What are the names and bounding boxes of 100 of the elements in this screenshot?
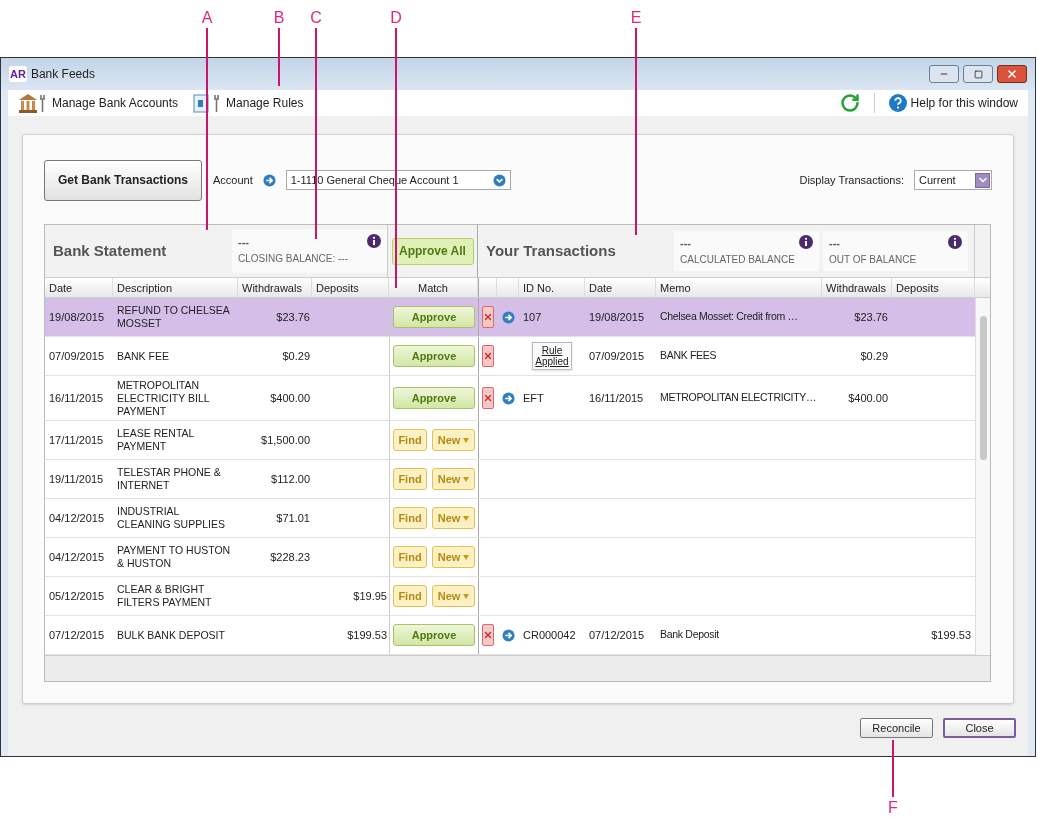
approve-all-button[interactable]: Approve All (391, 237, 474, 265)
chevron-down-icon (975, 172, 990, 188)
table-cell-text: 04/12/2015 (48, 510, 106, 526)
close-window-button[interactable]: Close (943, 718, 1016, 738)
approve-button[interactable]: Approve (393, 624, 475, 646)
close-x-icon (483, 351, 493, 361)
table-cell-text: INDUSTRIAL CLEANING SUPPLIES (116, 505, 226, 531)
table-cell-text: $71.01 (275, 510, 311, 526)
table-cell-text: BULK BANK DEPOSIT (116, 628, 226, 642)
refresh-icon[interactable] (839, 93, 860, 113)
scrollbar[interactable] (975, 298, 990, 655)
app-logo: AR (9, 65, 27, 83)
reject-button[interactable] (482, 306, 494, 328)
table-cell-text: Chelsea Mosset: Credit from … (659, 309, 799, 325)
caret-icon (463, 554, 470, 560)
display-label: Display Transactions: (799, 172, 904, 188)
table-cell-text: BANK FEES (659, 348, 718, 364)
table-cell-text: $0.29 (859, 348, 889, 364)
table-row[interactable]: 16/11/2015 METROPOLITAN ELECTRICITY BILL PAYMENT $400.00 Approve EFT 16/11/2015 METROPOLITAN ELECTRICITY… $400.00 (45, 376, 975, 421)
table-cell-text: METROPOLITAN ELECTRICITY… (659, 390, 818, 406)
caret-icon (463, 476, 470, 482)
reject-button[interactable] (482, 345, 494, 367)
section-title: Your Transactions (486, 240, 616, 261)
table-row[interactable]: 19/08/2015 REFUND TO CHELSEA MOSSET $23.76 Approve 107 19/08/2015 Chelsea Mosset: Credit from … $23.76 (45, 298, 975, 337)
table-cell-text: $0.29 (281, 348, 311, 364)
table-cell-text: TELESTAR PHONE & INTERNET (116, 466, 222, 492)
help-link[interactable]: Help for this window (888, 94, 1018, 112)
table-cell-text: 19/08/2015 (588, 309, 646, 325)
table-cell-text: 16/11/2015 (48, 390, 105, 406)
table-cell-text: 19/08/2015 (48, 309, 106, 325)
section-title: Bank Statement (53, 240, 167, 261)
callout-letter: E (630, 8, 642, 28)
close-icon (1006, 68, 1018, 80)
table-cell-text: 07/12/2015 (48, 627, 106, 643)
maximize-icon (973, 69, 983, 79)
arrow-circle-icon[interactable] (501, 628, 515, 642)
table-cell-text: 04/12/2015 (48, 549, 106, 565)
reject-button[interactable] (482, 624, 494, 646)
caret-icon (463, 515, 470, 521)
close-x-icon (483, 393, 493, 403)
table-cell-text: 19/11/2015 (48, 471, 105, 487)
arrow-circle-icon[interactable] (262, 173, 276, 187)
table-cell-text: CR000042 (522, 627, 577, 643)
table-cell-text: 05/12/2015 (48, 588, 106, 604)
table-cell-text: $19.95 (352, 588, 388, 604)
table-cell-text: $199.53 (346, 627, 388, 643)
account-label: Account (213, 172, 253, 188)
balance-label: CALCULATED BALANCE (680, 252, 795, 267)
close-button[interactable] (997, 65, 1027, 83)
table-cell-text: CLEAR & BRIGHT FILTERS PAYMENT (116, 583, 213, 609)
table-cell-text: 17/11/2015 (48, 432, 105, 448)
chevron-down-icon (492, 173, 506, 187)
table-cell-text: 16/11/2015 (588, 390, 645, 406)
help-icon (888, 94, 907, 112)
info-icon[interactable] (948, 235, 962, 249)
balance-label: OUT OF BALANCE (829, 252, 917, 267)
table-cell-text: EFT (522, 390, 545, 406)
caret-icon (463, 437, 470, 443)
table-row[interactable]: 07/12/2015 BULK BANK DEPOSIT $199.53 Approve CR000042 07/12/2015 Bank Deposit $199.53 (45, 616, 975, 655)
manage-accounts-button[interactable]: Manage Bank Accounts (18, 93, 179, 113)
arrow-circle-icon[interactable] (501, 310, 515, 324)
minimize-button[interactable] (929, 65, 959, 83)
horizontal-scrollbar[interactable] (45, 655, 990, 681)
table-cell-text: $400.00 (847, 390, 889, 406)
table-cell-text: 07/12/2015 (588, 627, 646, 643)
table-cell-text: LEASE RENTAL PAYMENT (116, 427, 196, 453)
callout-letter: F (888, 798, 898, 818)
table-cell-text: REFUND TO CHELSEA MOSSET (116, 304, 231, 330)
table-cell-text: Bank Deposit (659, 627, 720, 643)
callout-letter: D (390, 8, 402, 28)
table-cell-text: $112.00 (270, 471, 311, 487)
bank-wrench-icon (18, 93, 48, 113)
callout-letter: C (310, 8, 322, 28)
arrow-circle-icon[interactable] (501, 391, 515, 405)
table-row[interactable]: 07/09/2015 BANK FEE $0.29 Approve Rule Applied 07/09/2015 BANK FEES $0.29 (45, 337, 975, 376)
get-transactions-button[interactable]: Get Bank Transactions (44, 159, 202, 201)
display-dropdown[interactable]: Current (914, 170, 992, 190)
approve-button[interactable]: Approve (393, 345, 475, 367)
table-cell-text: $23.76 (275, 309, 311, 325)
close-x-icon (483, 312, 493, 322)
info-icon[interactable] (367, 234, 381, 248)
table-cell-text: $400.00 (269, 390, 311, 406)
info-icon[interactable] (799, 235, 813, 249)
table-cell-text: PAYMENT TO HUSTON & HUSTON (116, 544, 232, 570)
caret-icon (463, 593, 470, 599)
table-cell-text: 07/09/2015 (48, 348, 106, 364)
table-cell-text: METROPOLITAN ELECTRICITY BILL PAYMENT (116, 378, 211, 418)
rule-applied-note[interactable]: Rule Applied (532, 342, 572, 370)
balance-value: --- (238, 235, 250, 250)
table-cell-text: 107 (522, 309, 543, 325)
table-cell-text: $199.53 (930, 627, 972, 643)
approve-button[interactable]: Approve (393, 306, 475, 328)
table-cell-text: BANK FEE (116, 349, 170, 363)
reconcile-button[interactable]: Reconcile (860, 718, 933, 738)
callout-letter: A (201, 8, 213, 28)
table-cell-text: $23.76 (853, 309, 889, 325)
approve-button[interactable]: Approve (393, 387, 475, 409)
table-cell-text: $228.23 (269, 549, 311, 565)
balance-label: CLOSING BALANCE: --- (238, 251, 349, 266)
reject-button[interactable] (482, 387, 494, 409)
